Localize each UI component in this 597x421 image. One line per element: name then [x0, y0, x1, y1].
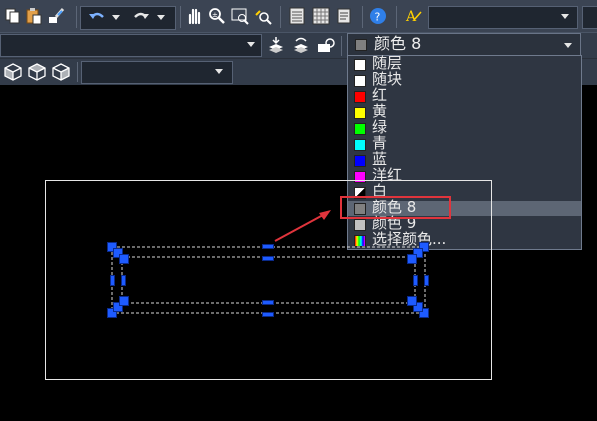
layer-states-icon[interactable] [317, 36, 335, 54]
svg-text:±: ± [212, 11, 218, 19]
grip-midpoint[interactable] [110, 275, 115, 286]
grip-midpoint[interactable] [262, 300, 274, 305]
grip-midpoint[interactable] [121, 275, 126, 286]
front-view-icon[interactable] [4, 63, 22, 81]
grip-midpoint[interactable] [413, 275, 418, 286]
zoom-window-icon[interactable] [231, 7, 249, 25]
grip-midpoint[interactable] [262, 256, 274, 261]
grip-corner[interactable] [407, 254, 417, 264]
layer-previous-icon[interactable] [292, 36, 310, 54]
zoom-previous-icon[interactable] [254, 7, 272, 25]
top-view-icon[interactable] [28, 63, 46, 81]
toolbar-separator [77, 62, 78, 82]
color-swatch [355, 39, 367, 51]
highlight-box-annotation [340, 196, 451, 219]
color-swatch [354, 155, 366, 167]
undo-dropdown-icon[interactable] [112, 15, 120, 20]
layer-combo[interactable] [0, 34, 262, 57]
toolbar-separator [341, 36, 342, 56]
color-swatch [354, 107, 366, 119]
color-swatch [354, 75, 366, 87]
grip-corner[interactable] [119, 296, 129, 306]
design-center-icon[interactable] [312, 7, 330, 25]
pan-icon[interactable] [185, 7, 203, 25]
chevron-down-icon[interactable] [564, 43, 572, 48]
toolbar-separator [280, 6, 281, 28]
color-swatch [354, 91, 366, 103]
color-combo-value: 颜色 8 [374, 34, 422, 53]
toolbar-separator [76, 6, 77, 28]
grip-corner[interactable] [407, 296, 417, 306]
paste-icon[interactable] [25, 7, 43, 25]
color-swatch [354, 59, 366, 71]
color-swatch [354, 139, 366, 151]
toolbar-separator [180, 6, 181, 28]
right-view-icon[interactable] [52, 63, 70, 81]
color-swatch [354, 123, 366, 135]
chevron-down-icon[interactable] [215, 69, 223, 74]
grip-midpoint[interactable] [262, 244, 274, 249]
dimension-style-combo[interactable] [582, 6, 597, 29]
redo-dropdown-icon[interactable] [157, 15, 165, 20]
copy-icon[interactable] [4, 7, 22, 25]
standard-toolbar: ± ? A [0, 0, 597, 32]
svg-text:A: A [405, 9, 417, 25]
tool-palette-icon[interactable] [336, 7, 354, 25]
chevron-down-icon[interactable] [561, 14, 569, 19]
chevron-down-icon[interactable] [247, 42, 255, 47]
text-style-combo[interactable] [428, 6, 578, 29]
svg-text:?: ? [375, 11, 381, 24]
grip-midpoint[interactable] [424, 275, 429, 286]
match-properties-icon[interactable] [47, 7, 65, 25]
grip-corner[interactable] [119, 254, 129, 264]
toolbar-separator [396, 6, 397, 28]
view-combo[interactable] [81, 61, 233, 84]
toolbar-separator [362, 6, 363, 28]
undo-icon[interactable] [88, 8, 106, 26]
grip-midpoint[interactable] [262, 312, 274, 317]
properties-icon[interactable] [288, 7, 306, 25]
text-style-icon[interactable]: A [405, 7, 423, 25]
zoom-realtime-icon[interactable]: ± [208, 7, 226, 25]
redo-icon[interactable] [132, 8, 150, 26]
help-icon[interactable]: ? [369, 7, 387, 25]
make-current-icon[interactable] [267, 36, 285, 54]
